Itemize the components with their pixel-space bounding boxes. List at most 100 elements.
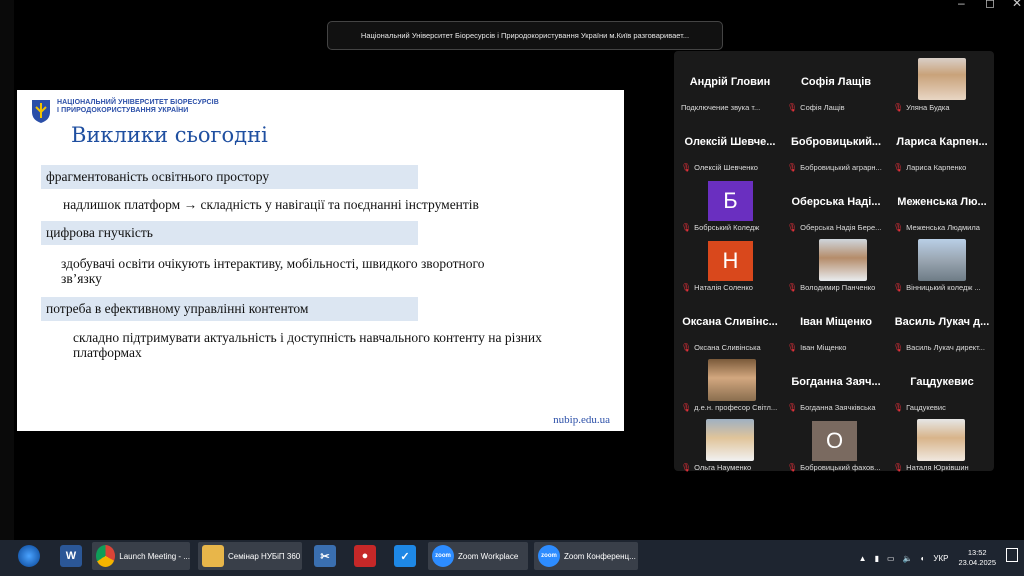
participant-label: 🎙 Наталя Юрківшин: [893, 463, 993, 472]
participant-tile[interactable]: Лариса Карпен... 🎙 Лариса Карпенко: [889, 114, 995, 174]
participant-name: Іван Міщенко: [800, 343, 847, 352]
participant-label: 🎙 Бобрський Коледж: [681, 223, 781, 232]
participant-name: Олексій Шевченко: [694, 163, 758, 172]
participant-label: 🎙 д.е.н. професор Світл...: [681, 403, 781, 412]
start-button[interactable]: [14, 542, 44, 570]
participant-tile[interactable]: 🎙 Наталя Юрківшин: [889, 414, 995, 474]
participant-tile[interactable]: Андрій Гловин Подключение звука т...: [677, 54, 783, 114]
shared-slide: НАЦІОНАЛЬНИЙ УНІВЕРСИТЕТ БІОРЕСУРСІВ І П…: [17, 90, 624, 431]
notification-icon[interactable]: [1006, 548, 1018, 562]
taskbar-item-label: Zoom Workplace: [458, 551, 519, 561]
show-hidden-icons-icon[interactable]: ▲: [859, 554, 867, 563]
maximize-icon[interactable]: ◻: [985, 0, 995, 10]
participant-display-name: Лариса Карпен...: [896, 136, 988, 148]
taskbar-snipping[interactable]: ✂: [310, 542, 340, 570]
participant-label: 🎙 Оберська Надія Бере...: [787, 223, 887, 232]
participant-label: 🎙 Бобровицький аграрн...: [787, 163, 887, 172]
participant-gallery: Андрій Гловин Подключение звука т... Соф…: [674, 51, 995, 474]
section-heading: потреба в ефективному управлінні контент…: [41, 297, 418, 321]
usb-icon[interactable]: ▮: [875, 554, 879, 563]
taskbar-recorder[interactable]: ●: [350, 542, 380, 570]
participant-name: Володимир Панченко: [800, 283, 876, 292]
participant-photo: [918, 58, 966, 100]
participant-label: 🎙 Меженська Людмила: [893, 223, 993, 232]
participant-tile[interactable]: Б 🎙 Бобрський Коледж: [677, 174, 783, 234]
mic-muted-icon: 🎙: [787, 343, 798, 352]
clock[interactable]: 13:52 23.04.2025: [958, 548, 996, 568]
close-icon[interactable]: ✕: [1012, 0, 1022, 10]
word-icon: W: [60, 545, 82, 567]
participant-tile[interactable]: 🎙 д.е.н. професор Світл...: [677, 354, 783, 414]
participant-tile[interactable]: Софія Лащів 🎙 Софія Лащів: [783, 54, 889, 114]
mic-muted-icon: 🎙: [681, 463, 692, 472]
taskbar-item-label: Zoom Конференц...: [564, 551, 636, 561]
language-indicator[interactable]: УКР: [933, 554, 948, 563]
participant-display-name: Софія Лащів: [800, 76, 872, 88]
section-heading: цифрова гнучкість: [41, 221, 418, 245]
network-icon[interactable]: ▭: [887, 554, 895, 563]
participant-tile[interactable]: Богданна Заяч... 🎙 Богданна Заячківська: [783, 354, 889, 414]
participant-label: 🎙 Володимир Панченко: [787, 283, 887, 292]
participant-tile[interactable]: Іван Міщенко 🎙 Іван Міщенко: [783, 294, 889, 354]
participant-name: Богданна Заячківська: [800, 403, 876, 412]
participant-tile[interactable]: Василь Лукач д... 🎙 Василь Лукач директ..…: [889, 294, 995, 354]
taskbar-word[interactable]: W: [56, 542, 86, 570]
participant-name: д.е.н. професор Світл...: [694, 403, 778, 412]
taskbar-security[interactable]: ✓: [390, 542, 420, 570]
shield-icon: ✓: [394, 545, 416, 567]
participant-display-name: Василь Лукач д...: [894, 316, 990, 328]
chrome-icon: [96, 545, 116, 567]
taskbar-zoom-workplace[interactable]: zoom Zoom Workplace: [428, 542, 528, 570]
participant-name: Василь Лукач директ...: [906, 343, 985, 352]
participant-tile[interactable]: Н 🎙 Наталія Соленко: [677, 234, 783, 294]
participant-tile[interactable]: 🎙 Ольга Науменко: [677, 414, 783, 474]
mic-muted-icon: 🎙: [787, 163, 798, 172]
participant-name: Оксана Сливінська: [694, 343, 761, 352]
participant-tile[interactable]: Оберська Наді... 🎙 Оберська Надія Бере...: [783, 174, 889, 234]
participant-display-name: Бобровицький...: [790, 136, 882, 148]
participant-tile[interactable]: 🎙 Уляна Будка: [889, 54, 995, 114]
taskbar-item-label: Семінар НУБіП 360: [228, 551, 301, 561]
participant-name: Бобровицький аграрн...: [800, 163, 882, 172]
folder-icon: [202, 545, 224, 567]
participant-name: Ольга Науменко: [694, 463, 752, 472]
taskbar-folder[interactable]: Семінар НУБіП 360: [198, 542, 302, 570]
clock-time: 13:52: [967, 548, 987, 557]
zoom-icon: zoom: [538, 545, 560, 567]
participant-display-name: Іван Міщенко: [800, 316, 872, 328]
minimize-icon[interactable]: –: [958, 0, 965, 10]
participant-tile[interactable]: 🎙 Володимир Панченко: [783, 234, 889, 294]
participant-tile[interactable]: Бобровицький... 🎙 Бобровицький аграрн...: [783, 114, 889, 174]
participant-display-name: Оксана Сливінс...: [682, 316, 778, 328]
participant-tile[interactable]: Меженська Лю... 🎙 Меженська Людмила: [889, 174, 995, 234]
participant-label: 🎙 Вінницький коледж ...: [893, 283, 993, 292]
participant-label: 🎙 Гацдукевис: [893, 403, 993, 412]
participant-label: 🎙 Ольга Науменко: [681, 463, 781, 472]
screen-share-banner[interactable]: Національний Університет Біоресурсів і П…: [327, 21, 723, 50]
mic-muted-icon: 🎙: [787, 463, 798, 472]
participant-label: 🎙 Олексій Шевченко: [681, 163, 781, 172]
participant-tile[interactable]: 🎙 Вінницький коледж ...: [889, 234, 995, 294]
sound-icon[interactable]: ◐: [921, 554, 926, 563]
university-name: НАЦІОНАЛЬНИЙ УНІВЕРСИТЕТ БІОРЕСУРСІВ І П…: [57, 99, 219, 115]
participant-label: 🎙 Василь Лукач директ...: [893, 343, 993, 352]
participant-name: Оберська Надія Бере...: [800, 223, 882, 232]
participant-tile[interactable]: Гацдукевис 🎙 Гацдукевис: [889, 354, 995, 414]
taskbar-chrome[interactable]: Launch Meeting - ...: [92, 542, 190, 570]
participant-tile[interactable]: Оксана Сливінс... 🎙 Оксана Сливінська: [677, 294, 783, 354]
participant-tile[interactable]: Олексій Шевче... 🎙 Олексій Шевченко: [677, 114, 783, 174]
participant-tile[interactable]: О 🎙 Бобровицький фахов...: [783, 414, 889, 474]
mic-muted-icon: 🎙: [893, 103, 904, 112]
participant-name: Гацдукевис: [906, 403, 946, 412]
participant-display-name: Гацдукевис: [910, 376, 974, 388]
windows-start-icon: [18, 545, 40, 567]
participant-display-name: Олексій Шевче...: [684, 136, 776, 148]
taskbar-zoom-meeting[interactable]: zoom Zoom Конференц...: [534, 542, 638, 570]
participant-name: Софія Лащів: [800, 103, 845, 112]
clock-date: 23.04.2025: [958, 558, 996, 567]
mic-muted-icon: 🎙: [681, 283, 692, 292]
volume-icon[interactable]: 🔈: [903, 554, 913, 563]
participant-photo: [917, 419, 965, 461]
mic-muted-icon: 🎙: [787, 103, 798, 112]
participant-label: 🎙 Уляна Будка: [893, 103, 993, 112]
